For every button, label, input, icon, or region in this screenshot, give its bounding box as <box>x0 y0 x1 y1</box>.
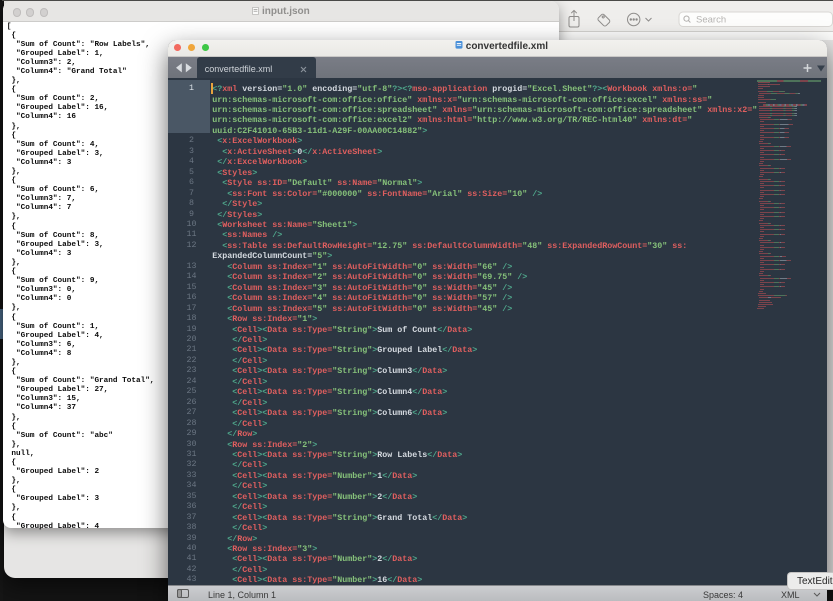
svg-text:Search: Search <box>696 15 726 26</box>
